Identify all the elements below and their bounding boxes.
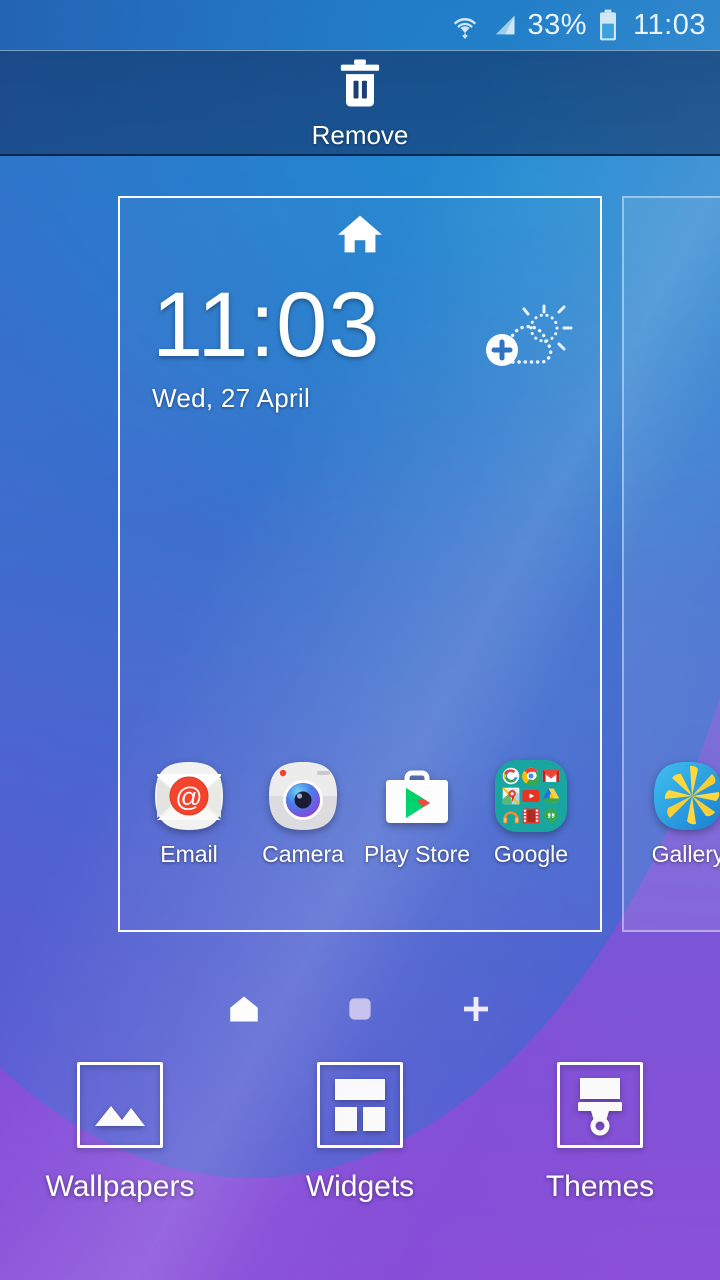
- clock-widget-date: Wed, 27 April: [152, 383, 311, 414]
- google-search-icon: [502, 767, 520, 785]
- cellular-signal-icon: [490, 11, 518, 39]
- plus-icon: [464, 997, 488, 1021]
- tool-label: Wallpapers: [45, 1170, 195, 1203]
- widgets-button[interactable]: Widgets: [250, 1062, 470, 1204]
- app-google-folder[interactable]: Google: [481, 760, 581, 868]
- wifi-icon: [450, 10, 480, 40]
- chrome-icon: [522, 767, 540, 785]
- drive-icon: [542, 787, 560, 805]
- clock-widget-time: 11:03: [152, 274, 381, 376]
- app-label: Play Store: [363, 841, 471, 867]
- home-page-indicator[interactable]: [186, 992, 302, 1026]
- dock-row: Gallery: [638, 760, 720, 868]
- status-bar: 33% 11:03: [0, 0, 720, 50]
- hangouts-icon: [542, 807, 560, 825]
- camera-icon: [267, 760, 339, 832]
- tool-label: Widgets: [305, 1170, 415, 1203]
- gmail-icon: [542, 767, 560, 785]
- home-screen-edit-mode: 33% 11:03 Remove 11:03 Wed, 27 April @ E…: [0, 0, 720, 1280]
- gallery-icon: [652, 760, 720, 832]
- home-page-icon: [230, 996, 258, 1022]
- page-indicator-row: [0, 992, 720, 1026]
- next-page-preview[interactable]: Gallery: [622, 196, 720, 932]
- maps-icon: [502, 787, 520, 805]
- google-folder-icon: [495, 760, 567, 832]
- app-label: Email: [160, 841, 218, 867]
- trash-icon: [335, 55, 385, 116]
- status-bar-clock: 11:03: [633, 8, 706, 41]
- battery-icon: [597, 9, 619, 41]
- remove-label: Remove: [311, 119, 409, 150]
- email-icon: @: [153, 760, 225, 832]
- second-page-indicator[interactable]: [302, 992, 418, 1026]
- app-play-store[interactable]: Play Store: [363, 760, 471, 868]
- page-square-icon: [349, 998, 371, 1020]
- remove-drop-target[interactable]: Remove: [0, 50, 720, 156]
- themes-button[interactable]: Themes: [490, 1062, 710, 1204]
- clock-widget[interactable]: 11:03 Wed, 27 April: [152, 274, 381, 414]
- themes-icon: [557, 1062, 643, 1148]
- tool-label: Themes: [545, 1170, 655, 1203]
- add-page-indicator[interactable]: [418, 992, 534, 1026]
- app-camera[interactable]: Camera: [253, 760, 353, 868]
- app-email[interactable]: @ Email: [139, 760, 239, 868]
- play-store-icon: [381, 760, 453, 832]
- dock-row: @ Email Camera Play Store Google: [120, 760, 600, 868]
- home-icon[interactable]: [336, 212, 384, 261]
- svg-text:@: @: [175, 782, 202, 812]
- edit-mode-toolbar: Wallpapers Widgets Themes: [0, 1062, 720, 1232]
- app-label: Gallery: [651, 841, 720, 867]
- wallpapers-button[interactable]: Wallpapers: [10, 1062, 230, 1204]
- widgets-icon: [317, 1062, 403, 1148]
- app-label: Google: [493, 841, 569, 867]
- battery-percent-label: 33%: [527, 8, 588, 41]
- play-music-icon: [502, 807, 520, 825]
- weather-widget-placeholder[interactable]: [480, 302, 580, 383]
- play-movies-icon: [522, 807, 540, 825]
- app-gallery[interactable]: Gallery: [638, 760, 720, 868]
- wallpapers-icon: [77, 1062, 163, 1148]
- home-page-preview-selected[interactable]: 11:03 Wed, 27 April @ Email Camera Play …: [118, 196, 602, 932]
- youtube-icon: [522, 787, 540, 805]
- app-label: Camera: [262, 841, 344, 867]
